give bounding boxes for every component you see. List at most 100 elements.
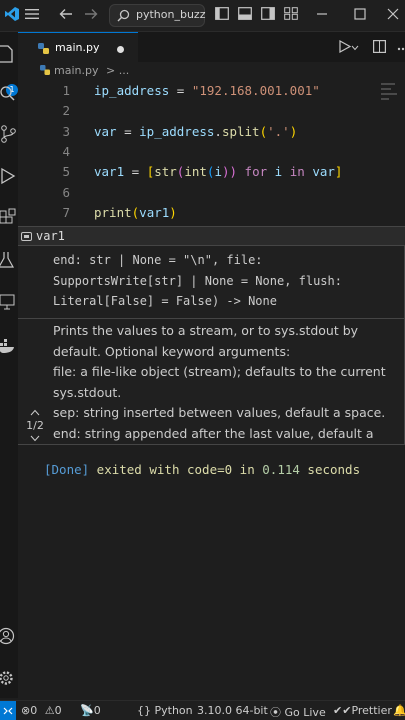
code-token: =	[124, 164, 147, 179]
broadcast-icon: 📡	[80, 704, 94, 717]
code-token: )	[169, 205, 177, 220]
code-token: str	[154, 164, 177, 179]
breadcrumb[interactable]: main.py > ...	[40, 64, 129, 80]
tab-main-py[interactable]: main.py	[18, 32, 138, 62]
hover-symbol-header: var1	[18, 226, 405, 245]
go-live-button[interactable]: ⦿ Go Live	[270, 704, 326, 720]
code-line: 2	[18, 101, 378, 121]
forward-arrow-icon[interactable]	[81, 6, 101, 26]
doc-line: sys.stdout.	[53, 384, 122, 400]
code-editor[interactable]: 1 ip_address = "192.168.001.001" 2 3 var…	[18, 80, 405, 225]
minimize-icon[interactable]	[312, 6, 332, 26]
breadcrumb-separator[interactable]: > ...	[106, 64, 129, 77]
source-control-icon[interactable]	[0, 124, 18, 144]
breadcrumb-file[interactable]: main.py	[54, 64, 98, 77]
hover-symbol-name: var1	[36, 229, 65, 243]
back-arrow-icon[interactable]	[56, 6, 76, 26]
run-debug-icon[interactable]	[0, 166, 18, 186]
close-icon[interactable]	[383, 6, 403, 26]
code-line: 7 print(var1)	[18, 203, 378, 223]
output-exit-code: code=0	[187, 462, 233, 477]
run-dropdown-chevron-icon[interactable]	[351, 40, 359, 54]
menu-icon[interactable]	[22, 6, 42, 26]
code-token: ip_address	[94, 83, 170, 98]
overload-navigator[interactable]: 1/2	[21, 406, 49, 445]
code-token: =	[169, 83, 192, 98]
output-text: exited with	[89, 462, 187, 477]
remote-explorer-icon[interactable]	[0, 292, 18, 312]
code-token: int	[184, 164, 207, 179]
line-number: 5	[62, 164, 70, 179]
minimap[interactable]	[381, 80, 403, 120]
docker-icon[interactable]	[0, 336, 18, 356]
explorer-icon[interactable]	[0, 44, 18, 64]
python-interpreter[interactable]: 3.10.0 64-bit	[197, 704, 268, 717]
problems-status[interactable]: ⊗0 ⚠0	[21, 704, 62, 717]
toggle-sidebar-icon[interactable]	[212, 6, 232, 26]
output-line: [Done] exited with code=0 in 0.114 secon…	[44, 462, 360, 477]
remote-icon	[3, 707, 13, 715]
code-line: 3 var = ip_address.split('.')	[18, 122, 378, 142]
doc-line: default. Optional keyword arguments:	[53, 343, 291, 359]
docstring: Prints the values to a stream, or to sys…	[53, 321, 403, 444]
code-token: (	[259, 124, 268, 139]
code-token: var1	[139, 205, 170, 220]
code-token: =	[116, 124, 140, 139]
output-text: in	[232, 462, 263, 477]
braces-icon: {}	[137, 704, 151, 717]
toggle-panel-icon[interactable]	[235, 6, 255, 26]
python-file-icon	[38, 43, 49, 54]
code-line: 6	[18, 183, 378, 203]
code-token: )	[289, 124, 298, 139]
editor-tab-bar: main.py	[18, 32, 405, 62]
code-line: 5 var1 = [str(int(i)) for i in var]	[18, 162, 378, 182]
code-token: .	[214, 124, 222, 139]
chevron-up-icon[interactable]	[21, 406, 49, 419]
unsaved-dot-icon[interactable]	[117, 46, 124, 53]
manage-gear-icon[interactable]	[0, 668, 18, 688]
code-token: print	[94, 205, 132, 220]
line-number: 6	[62, 185, 70, 200]
divider	[18, 318, 405, 319]
activity-bar: 1	[0, 32, 18, 698]
language-mode[interactable]: {} Python	[137, 704, 193, 717]
chevron-down-icon[interactable]	[21, 432, 49, 445]
code-token: var	[94, 124, 117, 139]
testing-icon[interactable]	[0, 250, 18, 270]
prettier-status[interactable]: ✔✔Prettier	[333, 704, 392, 717]
language-label: Python	[154, 704, 193, 717]
extensions-icon[interactable]	[0, 208, 18, 228]
customize-layout-icon[interactable]	[281, 6, 301, 26]
search-icon[interactable]	[0, 84, 18, 104]
output-duration: 0.114	[262, 462, 300, 477]
account-icon[interactable]	[0, 626, 18, 646]
python-file-icon	[40, 65, 50, 75]
go-live-label: Go Live	[284, 706, 326, 719]
more-actions-icon[interactable]	[396, 40, 405, 54]
code-token: for	[237, 164, 275, 179]
code-token: var1	[94, 164, 125, 179]
toggle-secondary-sidebar-icon[interactable]	[258, 6, 278, 26]
tab-label: main.py	[55, 41, 100, 54]
line-number: 7	[62, 205, 70, 220]
remote-indicator[interactable]	[0, 701, 16, 720]
ports-status[interactable]: 📡0	[80, 704, 101, 717]
doc-line: Prints the values to a stream, or to sys…	[53, 323, 359, 338]
error-count: 0	[30, 704, 38, 717]
line-number: 1	[62, 83, 70, 98]
search-icon	[117, 9, 130, 22]
maximize-icon[interactable]	[350, 6, 370, 26]
code-line: 4	[18, 142, 378, 162]
command-center-search[interactable]: python_buzz	[109, 4, 205, 27]
check-all-icon: ✔✔	[333, 704, 352, 717]
split-editor-icon[interactable]	[372, 40, 386, 54]
overload-counter: 1/2	[26, 419, 44, 432]
output-text: seconds	[299, 462, 361, 477]
signature-help-widget[interactable]: end: str | None = "\n", file: SupportsWr…	[18, 245, 405, 445]
run-python-file-icon[interactable]	[338, 39, 352, 54]
notifications-bell-icon[interactable]: 🔔	[393, 704, 405, 717]
signature-text: end: str | None = "\n", file: SupportsWr…	[53, 253, 342, 308]
status-bar: ⊗0 ⚠0 📡0 {} Python 3.10.0 64-bit ⦿ Go Li…	[0, 700, 405, 720]
line-number: 4	[62, 144, 70, 159]
title-bar: python_buzz	[0, 0, 405, 32]
